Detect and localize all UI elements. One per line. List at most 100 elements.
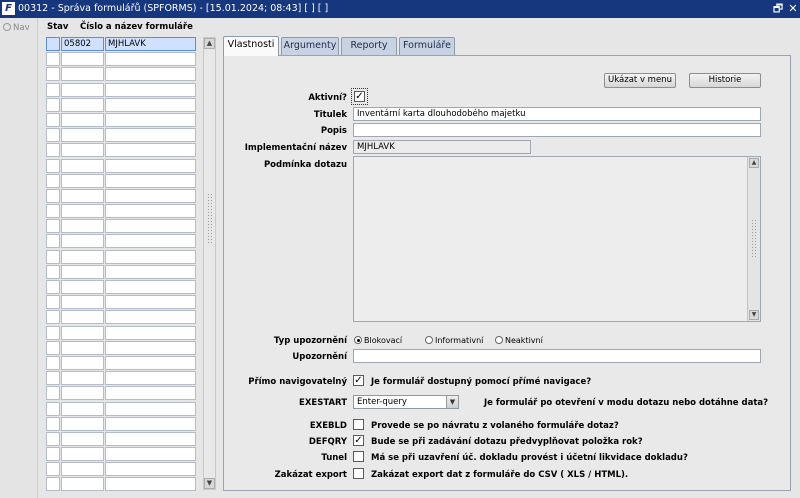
warning-field[interactable] (353, 349, 761, 363)
state-cell[interactable] (46, 325, 60, 340)
state-cell[interactable] (46, 447, 60, 462)
state-cell[interactable] (46, 386, 60, 401)
form-number-cell[interactable] (61, 431, 104, 446)
table-row[interactable] (46, 280, 198, 295)
table-row[interactable] (46, 447, 198, 462)
form-name-cell[interactable] (105, 112, 196, 127)
form-name-cell[interactable] (105, 82, 196, 97)
table-row[interactable] (46, 52, 198, 67)
form-name-cell[interactable] (105, 188, 196, 203)
form-number-cell[interactable] (61, 82, 104, 97)
state-cell[interactable] (46, 310, 60, 325)
form-name-cell[interactable] (105, 234, 196, 249)
close-icon[interactable]: ✕ (786, 2, 800, 16)
form-number-cell[interactable]: 05802 (61, 37, 104, 51)
form-number-cell[interactable] (61, 97, 104, 112)
form-name-cell[interactable] (105, 401, 196, 416)
direct-nav-checkbox[interactable]: ✓ (353, 375, 364, 386)
table-row[interactable] (46, 234, 198, 249)
state-cell[interactable] (46, 340, 60, 355)
form-name-cell[interactable] (105, 431, 196, 446)
defqry-checkbox[interactable]: ✓ (353, 435, 364, 446)
form-name-cell[interactable] (105, 143, 196, 158)
form-name-cell[interactable] (105, 477, 196, 492)
state-cell[interactable] (46, 204, 60, 219)
form-number-cell[interactable] (61, 371, 104, 386)
form-number-cell[interactable] (61, 340, 104, 355)
table-row[interactable] (46, 340, 198, 356)
form-name-cell[interactable] (105, 52, 196, 67)
scroll-down-icon[interactable]: ▼ (749, 310, 759, 320)
form-number-cell[interactable] (61, 188, 104, 203)
radio-informativni[interactable] (425, 336, 433, 344)
form-number-cell[interactable] (61, 249, 104, 264)
form-name-cell[interactable] (105, 204, 196, 219)
scroll-down-icon[interactable]: ▼ (204, 478, 215, 489)
form-number-cell[interactable] (61, 477, 104, 492)
state-cell[interactable] (46, 234, 60, 249)
form-name-cell[interactable] (105, 219, 196, 234)
tab-vlastnosti[interactable]: Vlastnosti (223, 36, 279, 56)
form-number-cell[interactable] (61, 204, 104, 219)
form-number-cell[interactable] (61, 112, 104, 127)
form-number-cell[interactable] (61, 234, 104, 249)
exebld-checkbox[interactable] (353, 419, 364, 430)
form-number-cell[interactable] (61, 173, 104, 188)
form-number-cell[interactable] (61, 128, 104, 143)
state-cell[interactable] (46, 82, 60, 97)
form-number-cell[interactable] (61, 67, 104, 82)
form-name-cell[interactable] (105, 249, 196, 264)
form-name-cell[interactable] (105, 371, 196, 386)
tab-formulare[interactable]: Formuláře (399, 37, 455, 55)
state-cell[interactable] (46, 264, 60, 279)
query-condition-textarea[interactable]: ▲ ▼ (353, 156, 761, 322)
form-name-cell[interactable] (105, 295, 196, 310)
scroll-up-icon[interactable]: ▲ (204, 38, 215, 49)
state-cell[interactable] (46, 355, 60, 370)
table-row[interactable] (46, 173, 198, 189)
table-row[interactable] (46, 158, 198, 174)
table-row[interactable] (46, 249, 198, 265)
export-checkbox[interactable] (353, 468, 364, 479)
state-cell[interactable] (46, 280, 60, 294)
state-cell[interactable] (46, 249, 60, 264)
state-cell[interactable] (46, 97, 60, 112)
form-number-cell[interactable] (61, 52, 104, 67)
state-cell[interactable] (46, 143, 60, 158)
form-name-cell[interactable] (105, 67, 196, 82)
state-cell[interactable] (46, 401, 60, 416)
form-number-cell[interactable] (61, 219, 104, 234)
form-number-cell[interactable] (61, 280, 104, 294)
grid-scrollbar[interactable]: ▲ ▼ (203, 37, 216, 490)
table-row[interactable] (46, 264, 198, 280)
state-cell[interactable] (46, 295, 60, 310)
table-row[interactable] (46, 82, 198, 98)
table-row[interactable] (46, 401, 198, 417)
history-button[interactable]: Historie (689, 73, 761, 88)
state-cell[interactable] (46, 52, 60, 67)
form-name-cell[interactable] (105, 97, 196, 112)
scroll-grip[interactable] (751, 219, 756, 259)
form-number-cell[interactable] (61, 310, 104, 325)
form-name-cell[interactable] (105, 447, 196, 462)
form-name-cell[interactable] (105, 416, 196, 431)
chevron-down-icon[interactable]: ▼ (446, 396, 458, 408)
form-number-cell[interactable] (61, 158, 104, 173)
form-number-cell[interactable] (61, 386, 104, 401)
state-cell[interactable] (46, 173, 60, 188)
state-cell[interactable] (46, 462, 60, 477)
scroll-up-icon[interactable]: ▲ (749, 158, 759, 168)
table-row[interactable] (46, 310, 198, 325)
table-row[interactable] (46, 128, 198, 143)
form-number-cell[interactable] (61, 325, 104, 340)
table-row[interactable] (46, 325, 198, 341)
tunel-checkbox[interactable] (353, 451, 364, 462)
state-cell[interactable] (46, 188, 60, 203)
state-cell[interactable] (46, 219, 60, 234)
form-name-cell[interactable] (105, 462, 196, 477)
active-checkbox[interactable]: ✓ (351, 88, 368, 105)
form-name-cell[interactable] (105, 340, 196, 355)
state-cell[interactable] (46, 67, 60, 82)
description-field[interactable] (353, 123, 761, 137)
state-cell[interactable] (46, 37, 60, 51)
